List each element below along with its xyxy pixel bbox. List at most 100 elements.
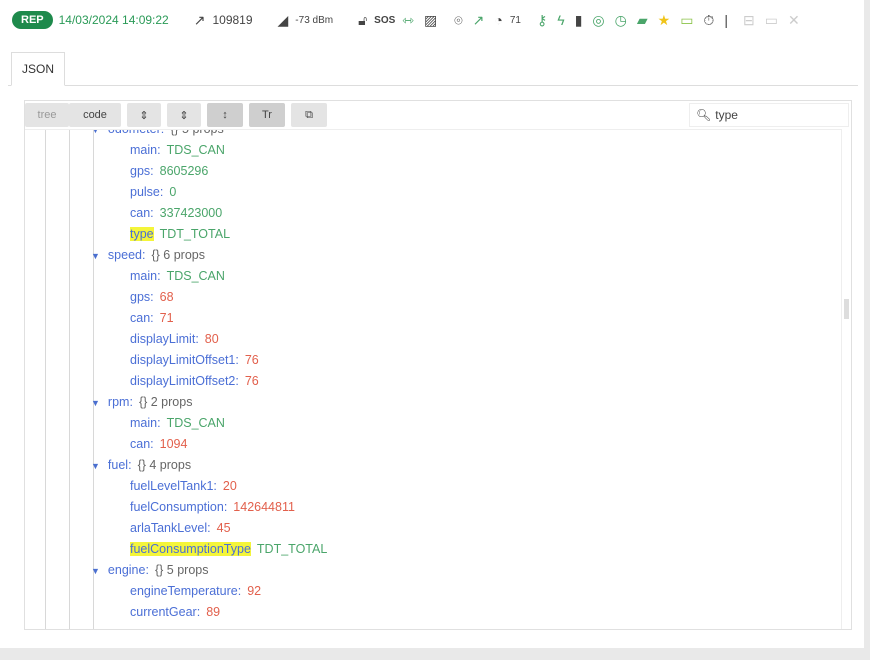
tree-key[interactable]: main <box>130 416 157 430</box>
tree-row[interactable]: ▼ speed: {} 6 props <box>91 245 205 266</box>
tree-row[interactable]: displayLimitOffset1: 76 <box>130 350 259 371</box>
tree-row[interactable]: ▼ fuel: {} 4 props <box>91 455 191 476</box>
tree-key[interactable]: type <box>130 227 154 241</box>
tree-value[interactable]: 20 <box>223 479 237 493</box>
star-icon: ★ <box>657 12 671 28</box>
tree-value[interactable]: 80 <box>205 332 219 346</box>
tree-row[interactable]: can: 337423000 <box>130 203 222 224</box>
tree-key[interactable]: fuelLevelTank1 <box>130 479 213 493</box>
tree-row[interactable]: ▼ engine: {} 5 props <box>91 560 208 581</box>
tree-row[interactable]: currentGear: 89 <box>130 602 220 623</box>
tree-value[interactable]: 8605296 <box>160 164 209 178</box>
transform-button[interactable]: Tr <box>249 103 285 127</box>
expand-arrow-icon[interactable]: ▼ <box>91 251 100 261</box>
tree-key[interactable]: main <box>130 143 157 157</box>
collapse-all-button[interactable]: ⇕ <box>167 103 201 127</box>
tree-key[interactable]: engine <box>108 563 146 577</box>
tree-row[interactable]: type TDT_TOTAL <box>130 224 230 245</box>
mode-badge[interactable]: REP <box>12 11 53 29</box>
scrollbar[interactable] <box>841 129 851 629</box>
code-mode-button[interactable]: code <box>69 103 121 127</box>
tree-key[interactable]: gps <box>130 290 150 304</box>
tree-row[interactable]: fuelLevelTank1: 20 <box>130 476 237 497</box>
tree-row[interactable]: displayLimitOffset2: 76 <box>130 371 259 392</box>
tree-key[interactable]: displayLimit <box>130 332 195 346</box>
scrollbar-thumb[interactable] <box>844 299 849 319</box>
tree-row[interactable]: engineTemperature: 92 <box>130 581 261 602</box>
tree-row[interactable]: main: TDS_CAN <box>130 413 225 434</box>
tree-value[interactable]: 76 <box>245 353 259 367</box>
tree-row[interactable]: ▼ odometer: {} 5 props <box>91 130 224 140</box>
tree-value[interactable]: TDS_CAN <box>167 416 225 430</box>
tree-row[interactable]: displayLimit: 80 <box>130 329 219 350</box>
colon: : <box>157 143 161 157</box>
minimize-icon[interactable]: ⊟ <box>743 13 755 27</box>
tree-key[interactable]: arlaTankLevel <box>130 521 207 535</box>
tree-key[interactable]: speed <box>108 248 142 262</box>
tree-key[interactable]: displayLimitOffset2 <box>130 374 235 388</box>
expand-arrow-icon[interactable]: ▼ <box>91 566 100 576</box>
tree-key[interactable]: fuelConsumption <box>130 500 224 514</box>
colon: : <box>157 269 161 283</box>
colon: : <box>159 185 164 199</box>
tree-row[interactable]: can: 71 <box>130 308 174 329</box>
tree-row[interactable]: can: 1094 <box>130 434 187 455</box>
expand-arrow-icon[interactable]: ▼ <box>91 130 100 135</box>
tree-mode-button[interactable]: tree <box>25 103 69 127</box>
tree-value[interactable]: 71 <box>160 311 174 325</box>
tree-value[interactable]: 68 <box>160 290 174 304</box>
expand-arrow-icon[interactable]: ▼ <box>91 398 100 408</box>
tree-value[interactable]: 89 <box>206 605 220 619</box>
tree-row[interactable]: gps: 8605296 <box>130 161 208 182</box>
tree-key[interactable]: currentGear <box>130 605 197 619</box>
tree-key[interactable]: displayLimitOffset1 <box>130 353 235 367</box>
tree-value[interactable]: TDS_CAN <box>167 269 225 283</box>
tree-key[interactable]: can <box>130 311 150 325</box>
tree-key[interactable]: rpm <box>108 395 130 409</box>
expand-arrow-icon[interactable]: ▼ <box>91 461 100 471</box>
tree-key[interactable]: pulse <box>130 185 160 199</box>
tree-value[interactable]: 76 <box>245 374 259 388</box>
tree-row[interactable]: fuelConsumptionType TDT_TOTAL <box>130 539 327 560</box>
tree-row[interactable]: arlaTankLevel: 45 <box>130 518 231 539</box>
tree-value[interactable]: TDT_TOTAL <box>160 227 230 241</box>
tree-key[interactable]: odometer <box>108 130 161 136</box>
tree-value[interactable]: 1094 <box>160 437 188 451</box>
copy-button[interactable]: ⧉ <box>291 103 327 127</box>
tree-value[interactable]: 337423000 <box>160 206 223 220</box>
arrow-up-right-icon: ↗ <box>472 12 485 28</box>
colon: : <box>235 353 239 367</box>
expand-all-button[interactable]: ⇕ <box>127 103 161 127</box>
tree-value[interactable]: 45 <box>217 521 231 535</box>
tree-value[interactable]: TDS_CAN <box>167 143 225 157</box>
tree-value[interactable]: 142644811 <box>233 500 295 514</box>
tab-json[interactable]: JSON <box>11 52 66 86</box>
tree-key[interactable]: gps <box>130 164 150 178</box>
tree-row[interactable]: pulse: 0 <box>130 182 176 203</box>
indent-guide <box>93 130 94 629</box>
sos-label: SOS <box>374 14 396 26</box>
tree-row[interactable]: main: TDS_CAN <box>130 266 225 287</box>
key-icon: ⚷ <box>537 12 548 28</box>
tree-row[interactable]: gps: 68 <box>130 287 174 308</box>
tree-row[interactable]: fuelConsumption: 142644811 <box>130 497 295 518</box>
tree-value[interactable]: 92 <box>247 584 261 598</box>
tree-key[interactable]: can <box>130 437 150 451</box>
close-icon[interactable]: ✕ <box>788 13 800 27</box>
maximize-icon[interactable]: ▭ <box>765 13 778 27</box>
tree-row[interactable]: ▼ rpm: {} 2 props <box>91 392 192 413</box>
tree-key[interactable]: fuel <box>108 458 128 472</box>
sort-button[interactable]: ↕ <box>207 103 243 127</box>
props-count: {} 5 props <box>154 563 209 577</box>
search-input[interactable]: 🔍︎ type <box>689 103 849 127</box>
tree-value[interactable]: TDT_TOTAL <box>257 542 327 556</box>
colon: : <box>157 416 161 430</box>
colon: : <box>150 206 154 220</box>
signal-icon: ◢ <box>277 12 289 28</box>
tree-key[interactable]: fuelConsumptionType <box>130 542 251 556</box>
tree-value[interactable]: 0 <box>169 185 176 199</box>
tree-key[interactable]: main <box>130 269 157 283</box>
tree-key[interactable]: engineTemperature <box>130 584 238 598</box>
tree-key[interactable]: can <box>130 206 150 220</box>
tree-row[interactable]: main: TDS_CAN <box>130 140 225 161</box>
